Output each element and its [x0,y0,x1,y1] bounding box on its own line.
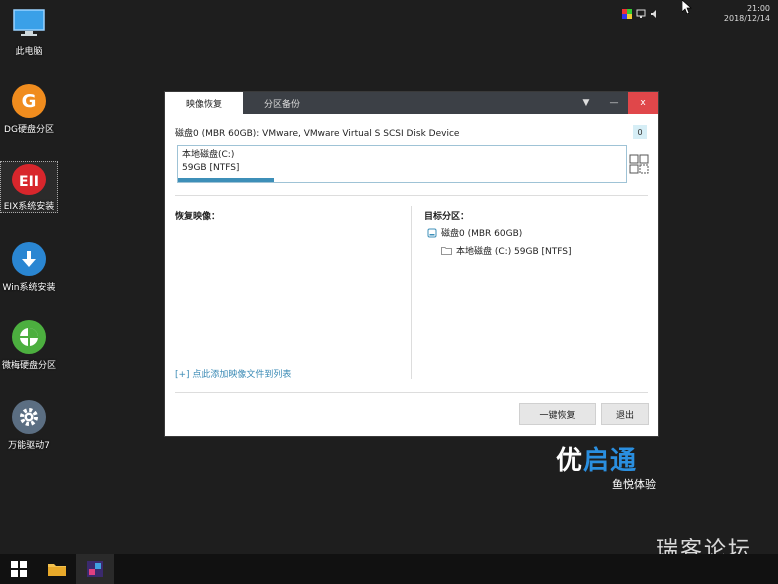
eix-logo-icon: EII [12,164,46,195]
desktop-icon-label: 万能驱动7 [8,441,50,451]
desktop-icon-label: DG硬盘分区 [4,125,54,135]
partition-usage-bar [178,178,275,182]
folder-icon [48,564,66,576]
menu-dropdown-button[interactable]: ▼ [572,92,600,114]
partition-size: 59GB [NTFS] [182,163,240,173]
system-tray [622,9,660,19]
desktop-icon-label: EIX系统安装 [3,202,55,212]
disk-info-row: 磁盘0 (MBR 60GB): VMware, VMware Virtual S… [175,125,648,139]
target-disk-text: 磁盘0 (MBR 60GB) [441,229,523,239]
mouse-cursor-icon [681,0,692,17]
desktop-icon-driver[interactable]: 万能驱动7 [0,400,58,451]
target-disk-item[interactable]: 磁盘0 (MBR 60GB) [427,226,522,239]
divider-bottom [175,392,648,393]
add-image-link[interactable]: [+] 点此添加映像文件到列表 [175,367,291,380]
partition-name: 本地磁盘(C:) [182,150,235,160]
pie-chart-icon [12,320,46,354]
download-arrow-icon [12,242,46,276]
target-partition-item[interactable]: 本地磁盘 (C:) 59GB [NTFS] [441,244,572,257]
brand-logo: 优启通 鱼悦体验 [556,446,656,491]
close-button[interactable]: x [628,92,658,114]
gear-icon [12,400,46,434]
tray-time: 21:00 [746,4,770,13]
start-button[interactable] [0,554,38,584]
app-icon [87,561,103,577]
disk-info-text: 磁盘0 (MBR 60GB): VMware, VMware Virtual S… [175,129,460,139]
minimize-button[interactable]: — [600,92,628,114]
desktop-icon-weimei-partition[interactable]: 微梅硬盘分区 [0,320,58,371]
network-icon[interactable] [636,9,646,19]
dg-logo-icon: G [12,84,46,118]
tab-image-restore[interactable]: 映像恢复 [165,92,243,114]
one-click-restore-button[interactable]: 一键恢复 [519,403,596,425]
disk-drive-icon [427,228,437,237]
brand-logo-a: 优 [556,446,584,476]
desktop-icon-eix-install[interactable]: EII EIX系统安装 [0,161,58,213]
desktop-icon-label: 微梅硬盘分区 [1,361,56,371]
desktop-icon-dg-partition[interactable]: G DG硬盘分区 [0,84,58,135]
view-grid-icon[interactable] [629,154,649,174]
target-partition-label: 目标分区： [424,212,470,222]
window-titlebar: 映像恢复 分区备份 ▼ — x [165,92,658,114]
tray-clock[interactable]: 21:00 2018/12/14 [724,4,770,24]
vertical-divider [411,206,412,379]
taskbar-active-app[interactable] [76,554,114,584]
exit-button[interactable]: 退出 [601,403,649,425]
color-app-icon[interactable] [622,9,632,19]
disk-index-badge: 0 [633,125,647,139]
restore-image-label: 恢复映像： [175,212,221,222]
brand-logo-b: 启通 [583,446,638,476]
desktop-icon-this-pc[interactable]: 此电脑 [0,6,58,57]
monitor-icon [12,6,46,40]
brand-subtitle: 鱼悦体验 [612,478,656,491]
windows-logo-icon [11,561,27,577]
image-restore-window: 映像恢复 分区备份 ▼ — x 磁盘0 (MBR 60GB): VMware, … [164,91,659,437]
volume-icon[interactable] [650,9,660,19]
svg-text:G: G [22,91,37,112]
desktop-icon-label: Win系统安装 [2,283,56,293]
tray-date: 2018/12/14 [723,14,770,23]
folder-icon [441,247,452,255]
svg-text:EII: EII [19,174,39,190]
taskbar-file-explorer[interactable] [38,554,76,584]
desktop-icon-label: 此电脑 [15,47,43,57]
divider-top [175,195,648,196]
partition-box-c[interactable]: 本地磁盘(C:) 59GB [NTFS] [177,145,627,183]
tab-partition-backup[interactable]: 分区备份 [243,92,321,114]
desktop-icon-win-install[interactable]: Win系统安装 [0,242,58,293]
taskbar [0,554,778,584]
target-partition-text: 本地磁盘 (C:) 59GB [NTFS] [456,247,572,257]
